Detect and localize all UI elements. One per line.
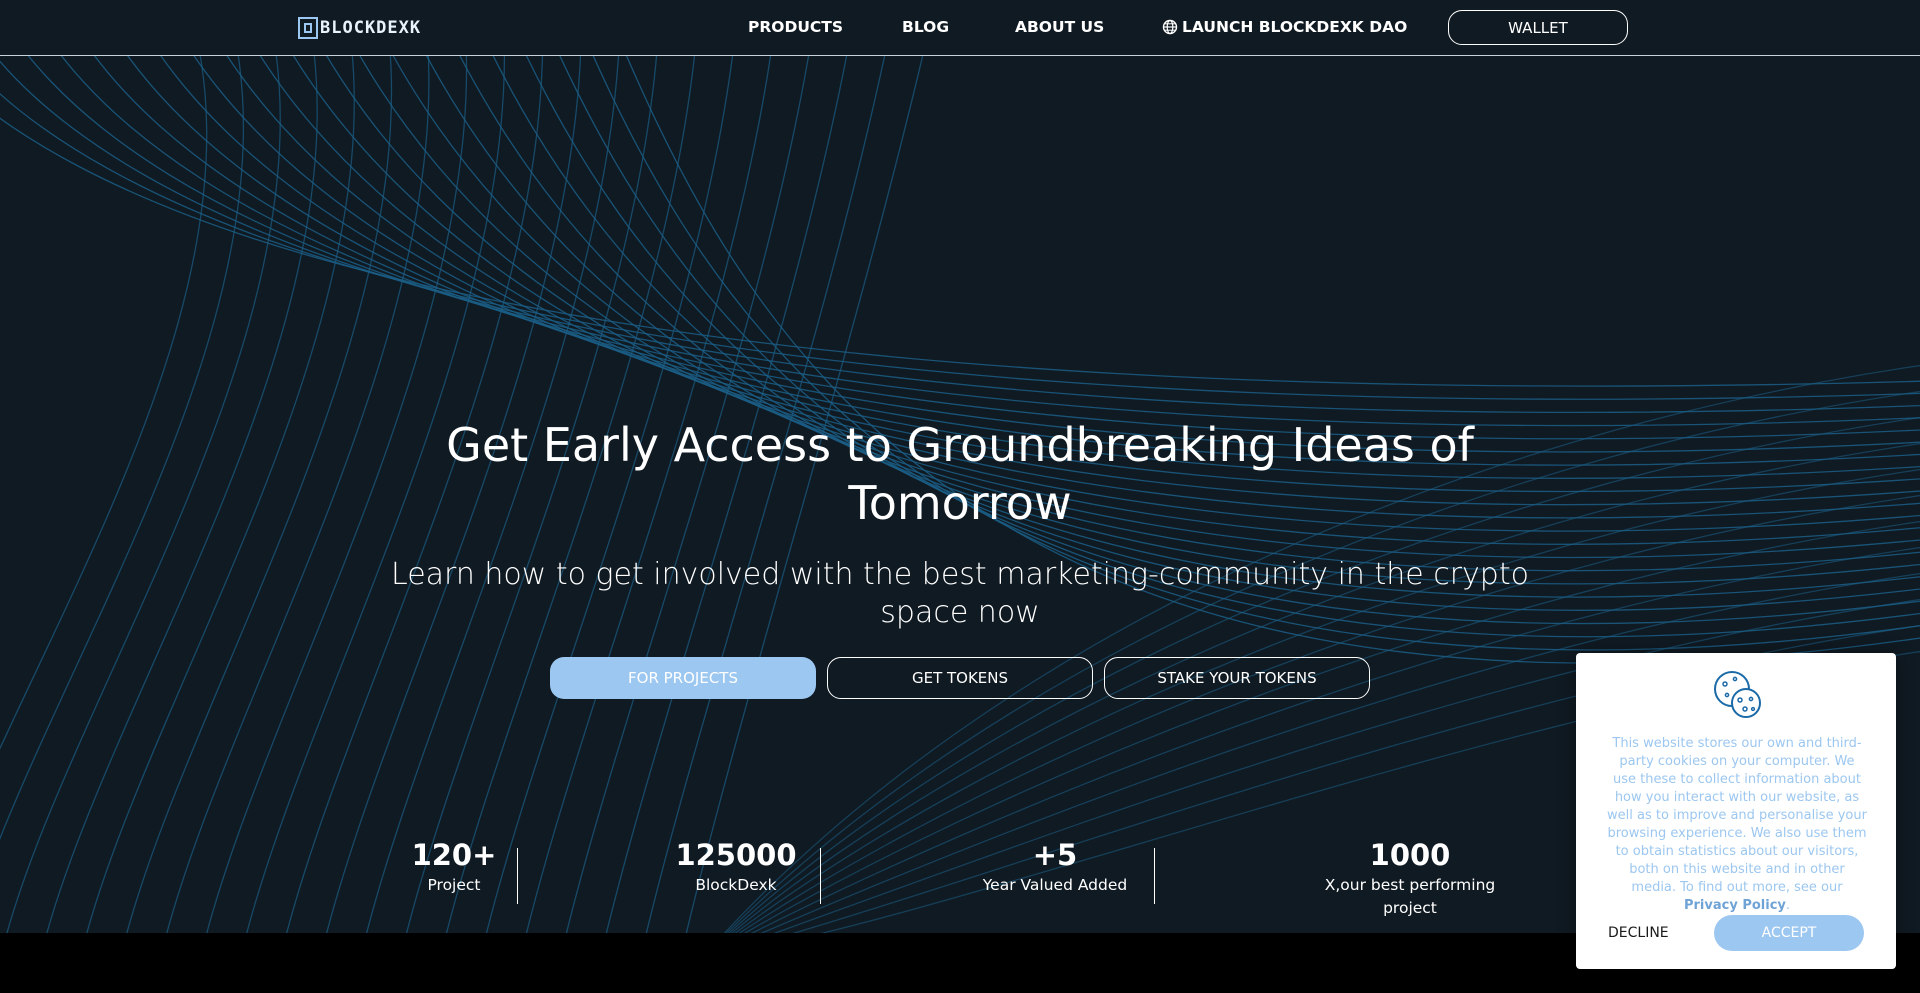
- stat-label: Project: [427, 876, 481, 894]
- logo[interactable]: BLOCKDEXK: [298, 14, 421, 42]
- nav-launch-dao[interactable]: LAUNCH BLOCKDEXK DAO: [1162, 18, 1407, 36]
- site-header: BLOCKDEXK PRODUCTS BLOG ABOUT US LAUNCH …: [0, 0, 1920, 56]
- hero-subtitle: Learn how to get involved with the best …: [391, 557, 1529, 630]
- stat-projects: 120+ Project: [404, 838, 504, 897]
- wave-line: [0, 117, 1920, 387]
- wave-line: [58, 0, 1920, 453]
- cookie-message: This website stores our own and third-pa…: [1607, 736, 1867, 895]
- nav-launch-dao-label: LAUNCH BLOCKDEXK DAO: [1182, 18, 1408, 36]
- stat-label: X,our best performing project: [1324, 876, 1496, 917]
- nav-about-us[interactable]: ABOUT US: [1015, 18, 1104, 36]
- stat-blockdexk: 125000 BlockDexk: [666, 838, 806, 897]
- cookie-icon: [1714, 671, 1761, 718]
- decline-button[interactable]: DECLINE: [1608, 925, 1669, 941]
- nav-products[interactable]: PRODUCTS: [748, 18, 843, 36]
- stat-value: 1000: [1369, 838, 1451, 872]
- privacy-policy-link[interactable]: Privacy Policy: [1684, 898, 1786, 913]
- wave-line: [0, 13, 1920, 427]
- stat-divider: [820, 848, 821, 904]
- cookie-text: This website stores our own and third-pa…: [1607, 736, 1867, 913]
- stat-value: +5: [1032, 838, 1078, 872]
- nav-blog[interactable]: BLOG: [902, 18, 949, 36]
- wave-line: [24, 0, 1920, 440]
- stat-value: 125000: [675, 838, 797, 872]
- stat-divider: [1154, 848, 1155, 904]
- stake-tokens-button[interactable]: STAKE YOUR TOKENS: [1104, 657, 1370, 699]
- get-tokens-button[interactable]: GET TOKENS: [827, 657, 1093, 699]
- wave-line: [92, 0, 1920, 466]
- stat-value: 120+: [411, 838, 497, 872]
- wave-line: [0, 60, 1920, 414]
- stat-years: +5 Year Valued Added: [970, 838, 1140, 897]
- wave-line: [6, 0, 281, 933]
- wave-line: [126, 0, 1920, 479]
- stat-divider: [517, 848, 518, 904]
- for-projects-button[interactable]: FOR PROJECTS: [550, 657, 816, 699]
- wave-line: [86, 0, 355, 933]
- stat-label: Year Valued Added: [982, 876, 1128, 894]
- globe-icon: [1162, 19, 1178, 35]
- logo-text: BLOCKDEXK: [320, 18, 422, 38]
- accept-button[interactable]: ACCEPT: [1714, 915, 1864, 951]
- wave-line: [126, 0, 393, 933]
- wallet-button[interactable]: WALLET: [1448, 10, 1628, 45]
- logo-mark-icon: [298, 17, 318, 39]
- stat-performance: 1000 X,our best performing project: [1320, 838, 1500, 920]
- stat-label: BlockDexk: [695, 876, 777, 894]
- hero-title: Get Early Access to Groundbreaking Ideas…: [446, 418, 1474, 530]
- wave-line: [0, 92, 1920, 400]
- wave-line: [46, 0, 318, 933]
- cookie-banner: This website stores our own and third-pa…: [1576, 653, 1896, 969]
